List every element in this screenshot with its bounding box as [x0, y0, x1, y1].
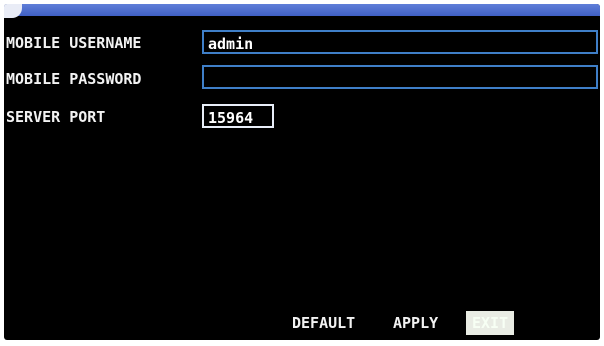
server-port-label: SERVER PORT — [6, 108, 106, 126]
title-bar — [4, 4, 600, 16]
mobile-password-label: MOBILE PASSWORD — [6, 70, 142, 88]
mobile-username-field[interactable]: admin — [202, 30, 598, 54]
mobile-username-label: MOBILE USERNAME — [6, 34, 142, 52]
apply-button[interactable]: APPLY — [393, 311, 438, 335]
server-port-field[interactable]: 15964 — [202, 104, 274, 128]
exit-button[interactable]: EXIT — [466, 311, 515, 335]
dvr-screen: MOBILE USERNAME admin MOBILE PASSWORD SE… — [4, 4, 600, 340]
default-button[interactable]: DEFAULT — [292, 311, 355, 335]
mobile-password-field[interactable] — [202, 65, 598, 89]
